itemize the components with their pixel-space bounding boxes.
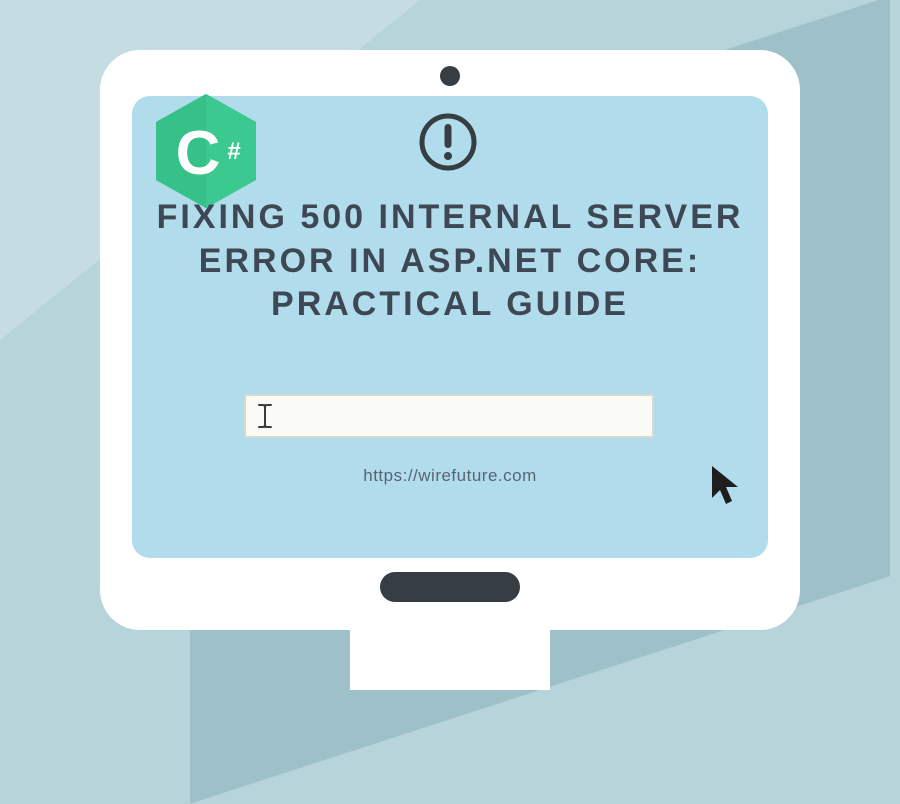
camera-dot [440,66,460,86]
csharp-logo-icon: C # [156,94,256,208]
text-cursor-icon [258,404,272,428]
page-title: FIXING 500 INTERNAL SERVER ERROR IN ASP.… [132,196,768,327]
power-button[interactable] [380,572,520,602]
site-url: https://wirefuture.com [132,466,768,486]
monitor-stand [350,610,550,690]
warning-icon [418,112,478,172]
svg-text:#: # [227,138,240,165]
cursor-arrow-icon [710,464,746,508]
svg-text:C: C [176,119,221,188]
search-input[interactable] [244,394,654,438]
